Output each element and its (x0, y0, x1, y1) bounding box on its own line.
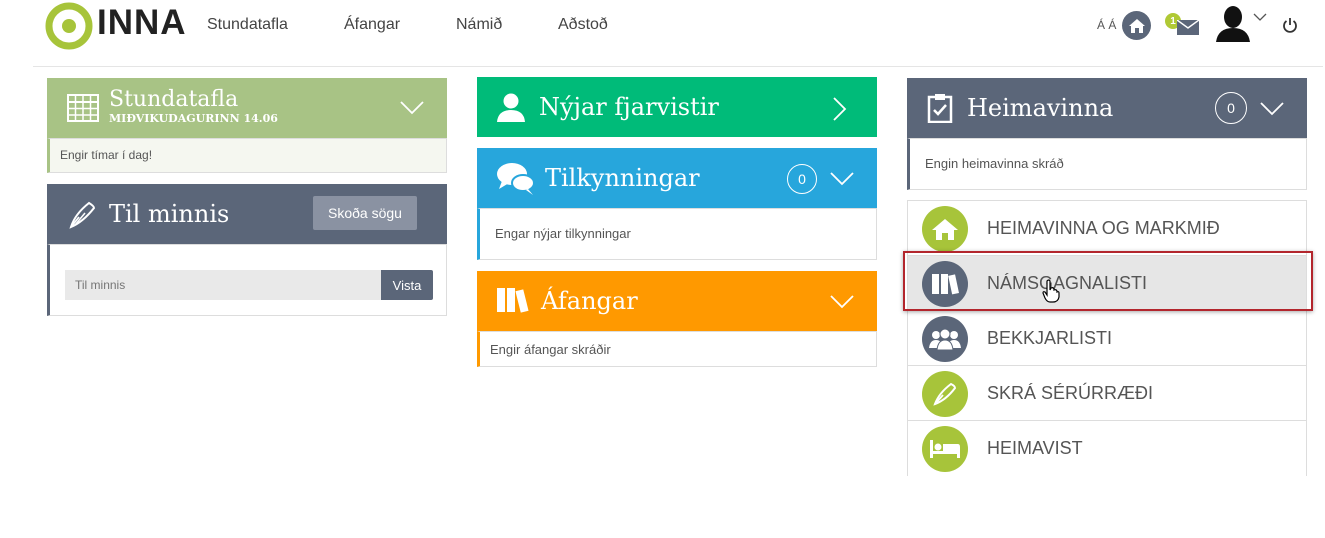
logo-text[interactable]: INNA (97, 3, 187, 43)
home-icon (1128, 18, 1145, 33)
tilkynningar-count: 0 (787, 164, 817, 194)
link-bekkjarlisti[interactable]: BEKKJARLISTI (908, 311, 1306, 366)
stundatafla-title: Stundatafla (109, 87, 239, 112)
chevron-down-icon[interactable] (1260, 102, 1284, 116)
chevron-down-icon[interactable] (830, 295, 854, 309)
nav-adstod[interactable]: Aðstoð (558, 16, 608, 34)
link-heimavist[interactable]: HEIMAVIST (908, 421, 1306, 476)
link-skra-serurraedi[interactable]: SKRÁ SÉRÚRRÆÐI (908, 366, 1306, 421)
books-icon (497, 288, 529, 313)
tilkynningar-header[interactable]: Tilkynningar 0 (477, 148, 877, 208)
nyjar-fjarvistir-panel[interactable]: Nýjar fjarvistir (477, 77, 877, 137)
link-heimavinna-og-markmid[interactable]: HEIMAVINNA OG MARKMIÐ (908, 201, 1306, 256)
nav-stundatafla[interactable]: Stundatafla (207, 16, 288, 34)
heimavinna-title: Heimavinna (967, 94, 1114, 122)
link-namsgagnalisti[interactable]: NÁMSGAGNALISTI (908, 256, 1306, 311)
stundatafla-date: MIÐVIKUDAGURINN 14.06 (109, 112, 278, 125)
link-label: BEKKJARLISTI (987, 328, 1113, 348)
inna-logo-icon[interactable] (45, 2, 93, 50)
afangar-header[interactable]: Áfangar (477, 271, 877, 331)
memo-input[interactable] (65, 270, 381, 300)
home-icon (922, 206, 968, 252)
user-avatar-icon[interactable] (1214, 4, 1252, 42)
fjarvistir-title: Nýjar fjarvistir (539, 93, 719, 121)
afangar-panel: Áfangar Engir áfangar skráðir (477, 271, 877, 367)
hand-pointer-cursor-icon (1042, 279, 1060, 303)
user-menu-chevron-icon[interactable] (1253, 13, 1267, 22)
afangar-body: Engir áfangar skráðir (477, 331, 877, 367)
clipboard-check-icon (927, 94, 953, 123)
tilkynningar-panel: Tilkynningar 0 Engar nýjar tilkynningar (477, 148, 877, 260)
pen-icon (922, 371, 968, 417)
link-label: HEIMAVINNA OG MARKMIÐ (987, 218, 1220, 238)
stundatafla-panel: Stundatafla MIÐVIKUDAGURINN 14.06 Engir … (47, 78, 447, 173)
font-size-toggle[interactable]: Á Á (1097, 18, 1116, 32)
til-minnis-panel: Til minnis Skoða sögu Vista (47, 184, 447, 316)
mail-icon[interactable] (1177, 20, 1199, 35)
logout-power-icon[interactable] (1282, 17, 1298, 33)
calendar-grid-icon (67, 94, 99, 122)
heimavinna-count: 0 (1215, 92, 1247, 124)
quick-links-list: HEIMAVINNA OG MARKMIÐ NÁMSGAGNALISTI BEK… (907, 200, 1307, 476)
link-label: HEIMAVIST (987, 438, 1083, 458)
afangar-title: Áfangar (541, 287, 638, 315)
group-icon (922, 316, 968, 362)
chevron-down-icon[interactable] (400, 101, 424, 115)
tilkynningar-body: Engar nýjar tilkynningar (477, 208, 877, 260)
nav-afangar[interactable]: Áfangar (344, 16, 400, 34)
person-icon (497, 93, 525, 122)
nav-namid[interactable]: Námið (456, 16, 502, 34)
save-memo-button[interactable]: Vista (381, 270, 433, 300)
books-icon (922, 261, 968, 307)
stundatafla-body: Engir tímar í dag! (47, 138, 447, 173)
view-history-button[interactable]: Skoða sögu (313, 196, 417, 230)
pen-icon (69, 201, 96, 229)
heimavinna-header[interactable]: Heimavinna 0 (907, 78, 1307, 138)
stundatafla-header[interactable]: Stundatafla MIÐVIKUDAGURINN 14.06 (47, 78, 447, 138)
link-label: NÁMSGAGNALISTI (987, 273, 1148, 293)
chevron-down-icon[interactable] (830, 172, 854, 186)
til-minnis-body: Vista (47, 244, 447, 316)
home-button[interactable] (1122, 11, 1151, 40)
header-divider (33, 66, 1323, 67)
chat-bubbles-icon (497, 163, 535, 195)
top-navigation-bar: INNA Stundatafla Áfangar Námið Aðstoð Á … (0, 0, 1325, 66)
til-minnis-title: Til minnis (109, 200, 230, 228)
heimavinna-body: Engin heimavinna skráð (907, 138, 1307, 190)
bed-icon (922, 426, 968, 472)
heimavinna-panel: Heimavinna 0 Engin heimavinna skráð (907, 78, 1307, 190)
til-minnis-header: Til minnis Skoða sögu (47, 184, 447, 244)
chevron-right-icon[interactable] (833, 97, 847, 121)
link-label: SKRÁ SÉRÚRRÆÐI (987, 383, 1154, 403)
tilkynningar-title: Tilkynningar (545, 164, 700, 192)
